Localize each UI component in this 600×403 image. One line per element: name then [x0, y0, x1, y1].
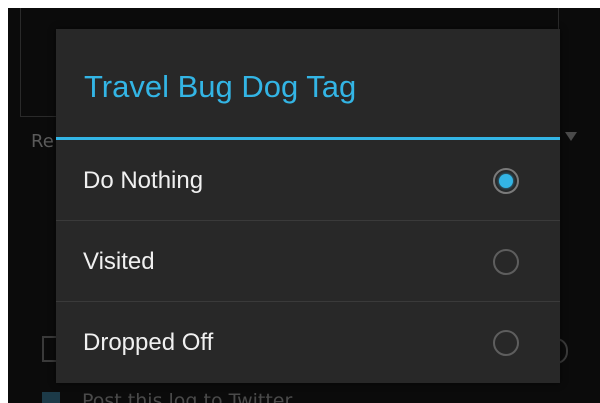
- radio-selected-icon[interactable]: [493, 168, 519, 194]
- background-field-label: Re: [31, 131, 54, 152]
- dialog-title: Travel Bug Dog Tag: [84, 69, 357, 104]
- radio-unselected-icon[interactable]: [493, 249, 519, 275]
- option-do-nothing[interactable]: Do Nothing: [56, 140, 560, 221]
- background-bottom-text: Post this log to Twitter: [82, 390, 293, 403]
- option-label: Dropped Off: [83, 329, 214, 356]
- background-checked-checkbox-icon: [42, 392, 60, 403]
- option-dropped-off[interactable]: Dropped Off: [56, 302, 560, 383]
- screen: Re Post this log to Twitter Travel Bug D…: [0, 0, 600, 403]
- radio-unselected-icon[interactable]: [493, 330, 519, 356]
- option-label: Do Nothing: [83, 167, 204, 194]
- option-label: Visited: [83, 248, 155, 275]
- spinner-arrow-icon: [565, 132, 577, 141]
- option-visited[interactable]: Visited: [56, 221, 560, 302]
- choice-dialog: Travel Bug Dog Tag Do Nothing Visited Dr…: [56, 29, 560, 383]
- choice-list: Do Nothing Visited Dropped Off: [56, 140, 560, 383]
